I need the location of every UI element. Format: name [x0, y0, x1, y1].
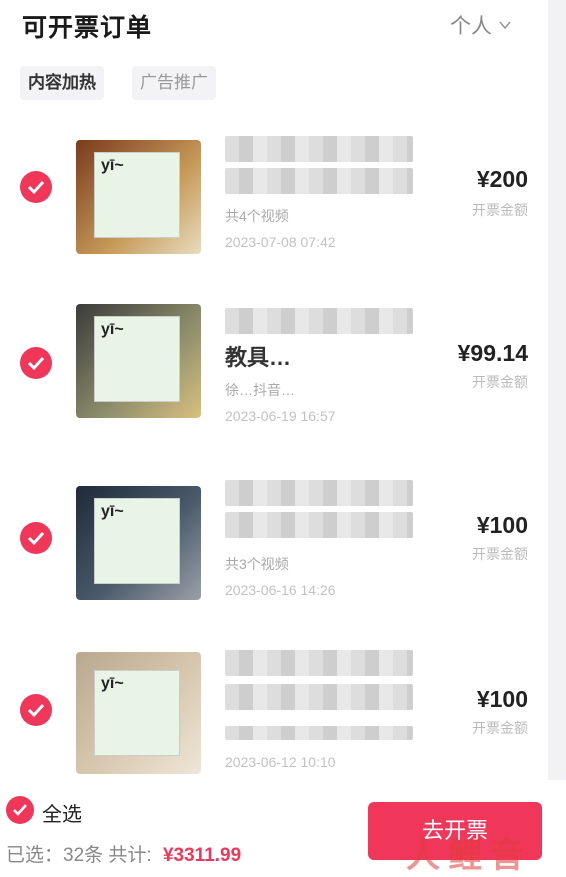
- order-title-line: 教具…: [225, 345, 292, 370]
- order-title-redacted: [225, 684, 413, 710]
- video-thumbnail: yī~: [76, 304, 201, 418]
- order-description: 徐…抖音…: [225, 382, 295, 398]
- invoice-amount-label: 开票金额: [472, 720, 528, 736]
- invoice-amount-label: 开票金额: [472, 202, 528, 218]
- meme-text: yī~: [101, 321, 124, 338]
- order-description-redacted: [225, 726, 413, 740]
- meme-text: yī~: [101, 503, 124, 520]
- tab-ad-promotion[interactable]: 广告推广: [132, 66, 216, 100]
- video-thumbnail: yī~: [76, 652, 201, 774]
- order-date: 2023-06-19 16:57: [225, 408, 336, 424]
- meme-sticker: yī~: [94, 316, 180, 402]
- invoice-amount: ¥100: [476, 512, 528, 538]
- selection-summary: 已选：32条 共计: ¥3311.99: [6, 840, 241, 867]
- order-title-redacted: [225, 480, 413, 506]
- order-title-redacted: [225, 308, 413, 334]
- checkmark-icon: [27, 356, 45, 371]
- order-date: 2023-06-16 14:26: [225, 582, 336, 598]
- account-filter-dropdown[interactable]: 个人: [450, 10, 512, 40]
- select-all-label[interactable]: 全选: [42, 798, 82, 827]
- order-item[interactable]: yī~ 共4个视频 2023-07-08 07:42 ¥200 开票金额: [0, 120, 548, 290]
- watermark-logo: 人 鲤 音: [406, 837, 524, 875]
- total-label: 共计:: [108, 845, 152, 866]
- invoice-amount: ¥99.14: [457, 340, 528, 366]
- page-edge: [548, 0, 566, 780]
- order-title-redacted: [225, 512, 413, 538]
- meme-sticker: yī~: [94, 152, 180, 238]
- video-count: 共3个视频: [225, 556, 289, 572]
- meme-sticker: yī~: [94, 670, 180, 756]
- video-thumbnail: yī~: [76, 486, 201, 600]
- select-all-checkbox[interactable]: [6, 796, 34, 824]
- total-amount: ¥3311.99: [162, 845, 242, 866]
- order-title-redacted: [225, 168, 413, 194]
- invoice-amount-label: 开票金额: [472, 374, 528, 390]
- order-item[interactable]: yī~ 教具… 徐…抖音… 2023-06-19 16:57 ¥99.14 开票…: [0, 290, 548, 460]
- selected-count: 已选：32条: [6, 845, 104, 866]
- video-thumbnail: yī~: [76, 140, 201, 254]
- order-list-card: 可开票订单 个人 内容加热 广告推广 yī~ 共4个视频 2023-07-08 …: [0, 0, 548, 780]
- meme-sticker: yī~: [94, 498, 180, 584]
- page-title: 可开票订单: [22, 14, 153, 42]
- chevron-down-icon: [499, 21, 511, 30]
- order-date: 2023-06-12 10:10: [225, 754, 336, 770]
- order-item[interactable]: yī~ 共3个视频 2023-06-16 14:26 ¥100 开票金额: [0, 460, 548, 630]
- invoice-amount: ¥100: [476, 686, 528, 712]
- meme-text: yī~: [101, 157, 124, 174]
- invoice-amount-label: 开票金额: [472, 546, 528, 562]
- checkmark-icon: [27, 531, 45, 546]
- order-date: 2023-07-08 07:42: [225, 234, 336, 250]
- item-checkbox[interactable]: [20, 171, 52, 203]
- order-title-redacted: [225, 136, 413, 162]
- order-title-redacted: [225, 650, 413, 676]
- tab-content-boost[interactable]: 内容加热: [20, 66, 104, 100]
- order-item[interactable]: yī~ 2023-06-12 10:10 ¥100 开票金额: [0, 630, 548, 780]
- checkout-bar: 全选 已选：32条 共计: ¥3311.99 去开票 人 鲤 音: [0, 780, 566, 877]
- video-count: 共4个视频: [225, 208, 289, 224]
- account-filter-label: 个人: [450, 15, 492, 38]
- checkmark-icon: [13, 804, 27, 816]
- item-checkbox[interactable]: [20, 522, 52, 554]
- invoice-amount: ¥200: [476, 166, 528, 192]
- checkmark-icon: [27, 180, 45, 195]
- meme-text: yī~: [101, 675, 124, 692]
- item-checkbox[interactable]: [20, 347, 52, 379]
- item-checkbox[interactable]: [20, 694, 52, 726]
- checkmark-icon: [27, 703, 45, 718]
